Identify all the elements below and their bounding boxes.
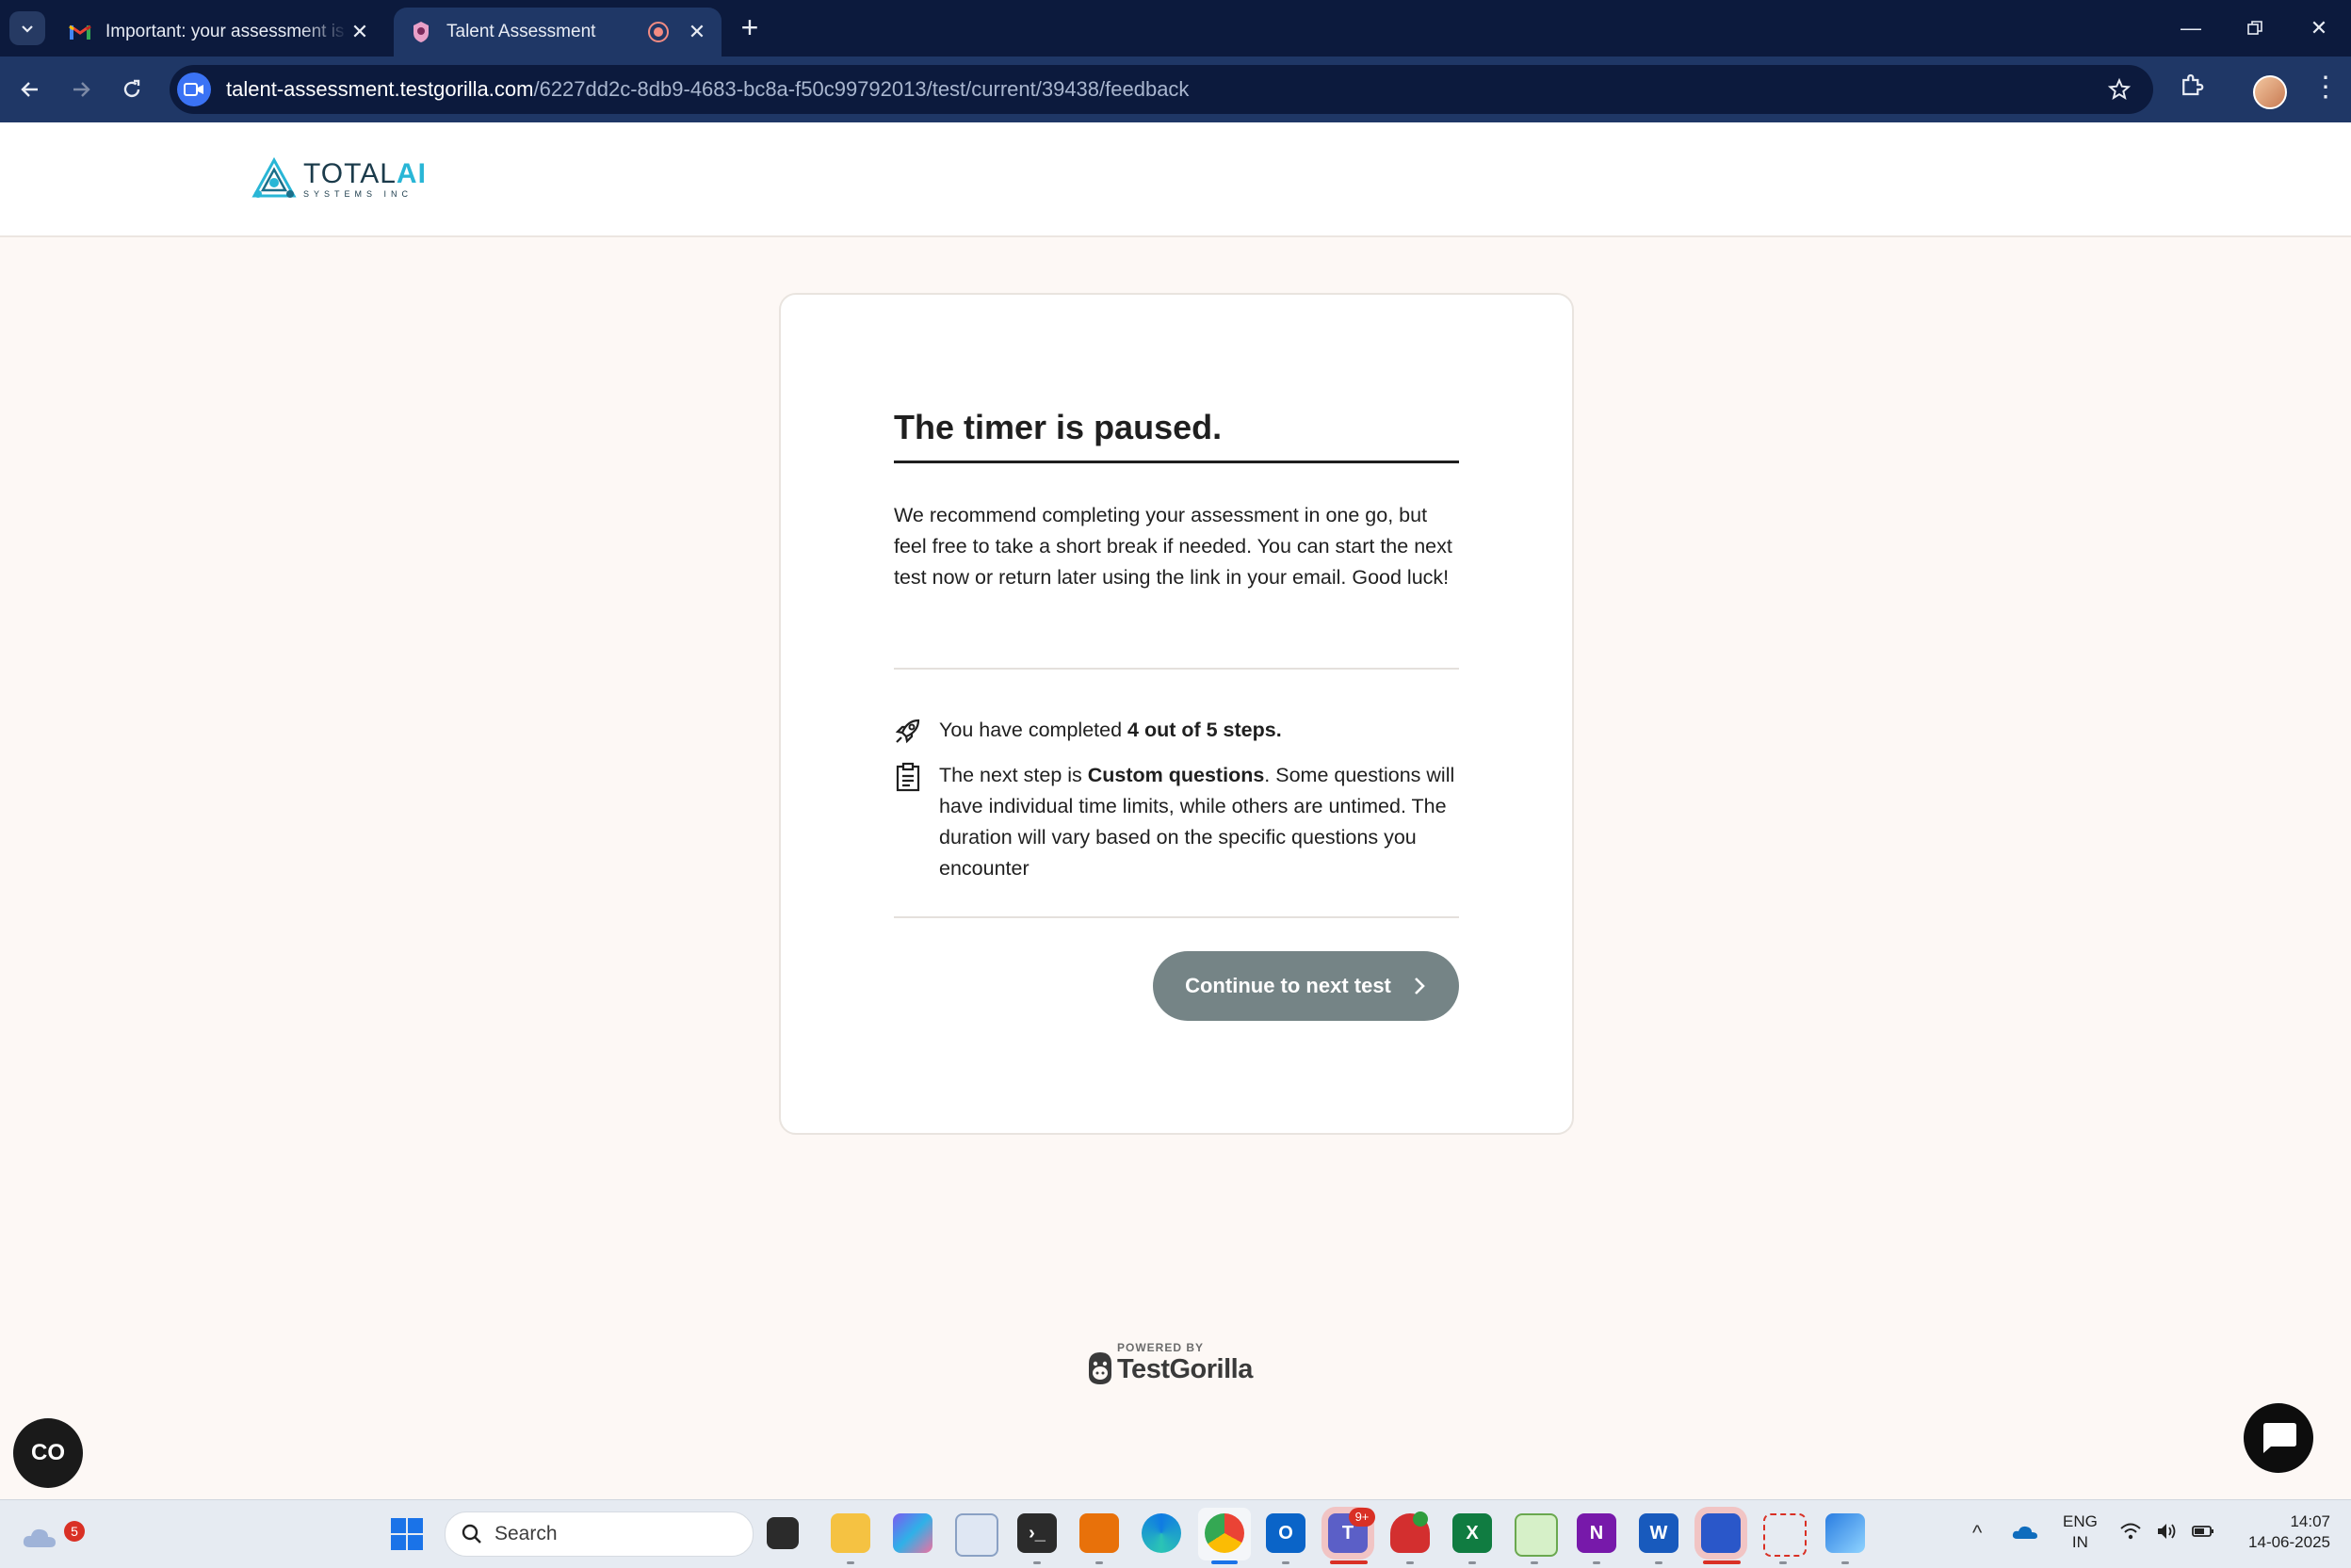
extensions-puzzle-icon[interactable]: [2178, 71, 2206, 104]
testgorilla-logo-icon: [1087, 1350, 1113, 1391]
progress-row: You have completed 4 out of 5 steps.: [894, 715, 1459, 750]
gmail-icon: [68, 20, 92, 44]
continue-to-next-test-button[interactable]: Continue to next test: [1153, 951, 1459, 1021]
task-view-icon[interactable]: [767, 1517, 799, 1549]
browser-tab-bar: Important: your assessment is w ✕ Talent…: [0, 0, 2351, 57]
profile-avatar[interactable]: [2253, 75, 2287, 109]
timer-paused-card: The timer is paused. We recommend comple…: [779, 293, 1574, 1135]
git-app-icon[interactable]: [1079, 1513, 1119, 1553]
close-tab-icon[interactable]: ✕: [349, 20, 371, 44]
forward-button[interactable]: [62, 71, 100, 108]
system-clock[interactable]: 14:07 14-06-2025: [2232, 1511, 2330, 1553]
reload-button[interactable]: [113, 71, 151, 108]
progress-count: 4 out of 5 steps.: [1127, 719, 1282, 741]
windows-start-icon[interactable]: [390, 1517, 424, 1556]
logo-word-accent: AI: [396, 157, 427, 189]
taskbar-search-box[interactable]: Search: [445, 1511, 754, 1557]
powered-by-label: POWERED BY: [1117, 1341, 1205, 1354]
back-button[interactable]: [11, 71, 49, 108]
language-indicator[interactable]: ENG IN: [2063, 1511, 2098, 1553]
accessibility-widget-button[interactable]: CO: [13, 1418, 83, 1488]
continue-label: Continue to next test: [1185, 974, 1391, 997]
intro-text: We recommend completing your assessment …: [894, 504, 1452, 589]
terminal-icon[interactable]: ›_: [1017, 1513, 1057, 1553]
recording-icon: [648, 22, 669, 42]
chrome-icon[interactable]: [1205, 1513, 1244, 1553]
battery-icon[interactable]: [2191, 1521, 2215, 1542]
chevron-right-icon: [1414, 978, 1425, 994]
title-divider: [894, 461, 1459, 463]
browser-toolbar: talent-assessment.testgorilla.com/6227dd…: [0, 57, 2351, 122]
url-path: /6227dd2c-8db9-4683-bc8a-f50c99792013/te…: [533, 77, 1190, 101]
logo-subtitle: SYSTEMS INC: [303, 188, 413, 199]
next-step-row: The next step is Custom questions. Some …: [894, 760, 1459, 884]
onedrive-icon[interactable]: [2012, 1523, 2038, 1544]
weather-widget[interactable]: 5: [21, 1513, 85, 1551]
file-explorer-icon[interactable]: [831, 1513, 870, 1553]
search-icon: [462, 1524, 481, 1544]
excel-icon[interactable]: X: [1452, 1513, 1492, 1553]
m365-copilot-icon[interactable]: [893, 1513, 932, 1553]
restore-icon[interactable]: [2223, 0, 2287, 57]
logo-word: TOTAL: [303, 157, 397, 189]
progress-prefix: You have completed: [939, 719, 1128, 741]
tab-search-button[interactable]: [9, 11, 45, 45]
page-title: The timer is paused.: [894, 408, 1223, 446]
next-step-prefix: The next step is: [939, 764, 1088, 786]
section-divider: [894, 916, 1459, 918]
window-app-icon[interactable]: [955, 1513, 998, 1557]
outlook-icon[interactable]: O: [1266, 1513, 1305, 1553]
company-logo: TOTALAI SYSTEMS INC: [251, 156, 427, 202]
photos-icon[interactable]: [1825, 1513, 1865, 1553]
reload-icon: [123, 79, 140, 98]
accessibility-widget-label: CO: [31, 1440, 65, 1465]
chat-support-button[interactable]: [2244, 1403, 2313, 1473]
search-placeholder: Search: [495, 1523, 558, 1544]
language-code: ENG: [2063, 1512, 2098, 1530]
totalai-logo-icon: [251, 156, 297, 198]
word-icon[interactable]: W: [1639, 1513, 1678, 1553]
wifi-icon[interactable]: [2119, 1521, 2142, 1542]
testgorilla-brand: TestGorilla: [1117, 1354, 1253, 1384]
chat-bubble-icon: [2263, 1423, 2296, 1453]
system-tray: [2119, 1521, 2215, 1542]
address-bar[interactable]: talent-assessment.testgorilla.com/6227dd…: [170, 65, 2153, 114]
arrow-right-icon: [73, 82, 90, 97]
rocket-icon: [894, 715, 939, 750]
teams-badge: 9+: [1349, 1508, 1375, 1527]
close-window-icon[interactable]: ✕: [2287, 0, 2351, 57]
tab-talent-assessment[interactable]: Talent Assessment ✕: [394, 8, 722, 57]
next-step-name: Custom questions: [1087, 764, 1265, 786]
tab-title: Talent Assessment: [446, 22, 596, 41]
clipboard-icon: [894, 760, 939, 884]
close-tab-icon[interactable]: ✕: [686, 20, 708, 44]
windows-taskbar: 5 Search ›_ O T 9+ X N W ^ ENG IN 14:07 …: [0, 1499, 2351, 1568]
paint-icon[interactable]: [1515, 1513, 1558, 1557]
notification-badge: 5: [64, 1521, 85, 1542]
testgorilla-favicon-icon: [409, 20, 433, 44]
tab-title: Important: your assessment is w: [105, 22, 349, 41]
arrow-left-icon: [21, 82, 38, 97]
browser-menu-icon[interactable]: ⋮: [2311, 73, 2340, 102]
url-host: talent-assessment.testgorilla.com: [226, 77, 534, 101]
chevron-down-icon: [22, 25, 33, 33]
site-header: TOTALAI SYSTEMS INC: [0, 122, 2351, 237]
show-hidden-icons-icon[interactable]: ^: [1972, 1521, 1982, 1545]
volume-icon[interactable]: [2155, 1521, 2178, 1542]
window-controls: — ✕: [2159, 0, 2351, 57]
remote-desktop-icon[interactable]: [1701, 1513, 1741, 1553]
onenote-icon[interactable]: N: [1577, 1513, 1616, 1553]
clock-date: 14-06-2025: [2248, 1533, 2330, 1551]
camera-in-use-icon[interactable]: [177, 73, 211, 106]
region-code: IN: [2071, 1533, 2088, 1551]
new-tab-button[interactable]: +: [735, 12, 765, 43]
edge-icon[interactable]: [1142, 1513, 1181, 1553]
clock-time: 14:07: [2290, 1512, 2330, 1530]
bookmark-star-icon[interactable]: [2104, 74, 2134, 105]
snipping-tool-icon[interactable]: [1763, 1513, 1807, 1557]
tab-gmail[interactable]: Important: your assessment is w ✕: [53, 8, 384, 57]
cloud-icon: [23, 1528, 56, 1547]
section-divider: [894, 668, 1459, 670]
minimize-icon[interactable]: —: [2159, 0, 2223, 57]
